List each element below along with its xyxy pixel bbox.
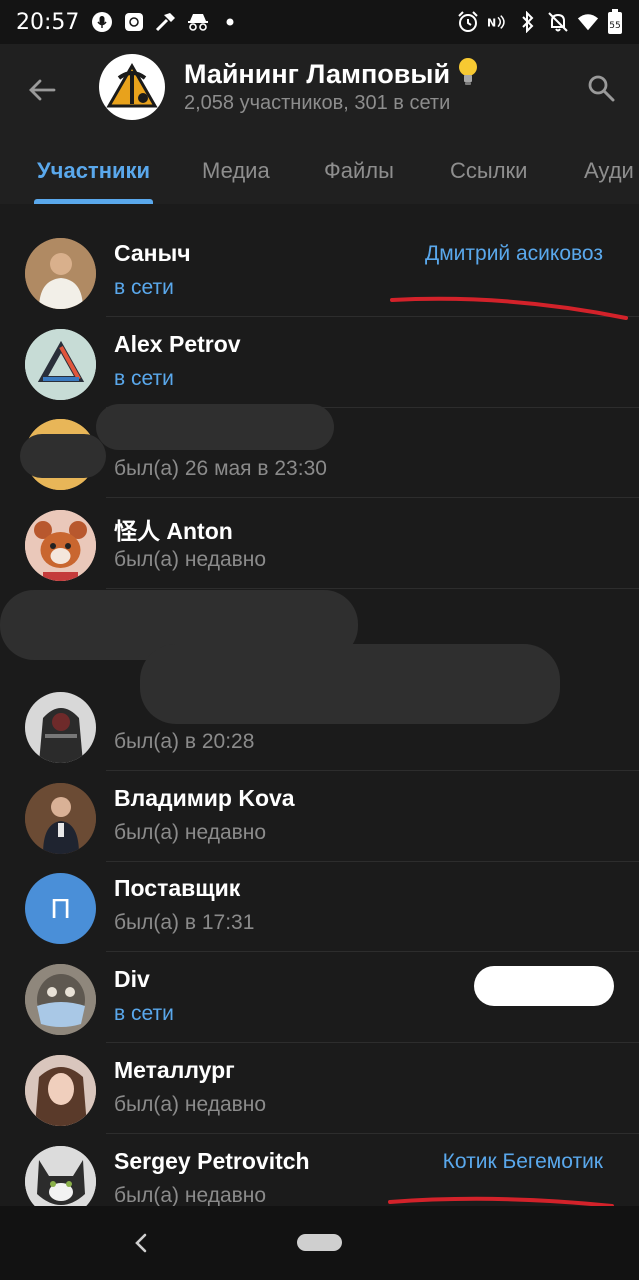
chat-title-text: Майнинг Ламповый (184, 59, 451, 89)
member-status: был(а) 26 мая в 23:30 (114, 457, 327, 480)
back-button[interactable] (22, 70, 62, 110)
member-name: Alex Petrov (114, 331, 241, 357)
avatar (25, 510, 96, 581)
tab-members[interactable]: Участники (37, 158, 150, 184)
status-right-icons: N 55 (457, 9, 623, 34)
status-left-icons (91, 11, 241, 33)
member-list[interactable]: Саныч в сети Дмитрий асиковоз Alex Petro… (0, 204, 639, 1206)
wifi-icon (577, 11, 599, 33)
member-status: был(а) недавно (114, 1184, 267, 1206)
status-time: 20:57 (16, 9, 80, 35)
member-status: был(а) недавно (114, 548, 267, 571)
member-row[interactable]: П Поставщик был(а) в 17:31 (0, 861, 639, 952)
hammer-icon (155, 11, 177, 33)
redaction-blob (20, 434, 106, 478)
member-row[interactable]: Металлург был(а) недавно (0, 1043, 639, 1134)
search-button[interactable] (581, 68, 621, 108)
tab-media[interactable]: Медиа (202, 158, 270, 184)
mute-icon (547, 11, 569, 33)
member-name: Div (114, 966, 150, 992)
avatar: П (25, 873, 96, 944)
search-icon (588, 75, 615, 102)
bluetooth-icon (517, 11, 539, 33)
nav-home-pill[interactable] (297, 1234, 342, 1251)
avatar (25, 1146, 96, 1206)
nfc-icon: N (487, 11, 509, 33)
avatar (25, 329, 96, 400)
member-status: был(а) в 17:31 (114, 911, 255, 934)
app-notification-icon (123, 11, 145, 33)
alarm-icon (457, 11, 479, 33)
member-status: в сети (114, 367, 174, 390)
tab-files[interactable]: Файлы (324, 158, 394, 184)
lightbulb-icon (456, 56, 480, 93)
battery-level: 55 (609, 21, 620, 31)
group-avatar[interactable] (99, 54, 165, 120)
member-status: в сети (114, 1002, 174, 1025)
member-role: Котик Бегемотик (442, 1150, 603, 1173)
nav-back-icon (135, 1233, 147, 1253)
mining-logo-icon (106, 62, 158, 108)
member-name: Поставщик (114, 875, 241, 901)
member-name: Sergey Petrovitch (114, 1148, 310, 1174)
member-name: Владимир Kova (114, 785, 295, 811)
svg-text:N: N (487, 17, 496, 30)
member-name: Саныч (114, 240, 191, 266)
nav-back-button[interactable] (128, 1228, 154, 1258)
member-status: в сети (114, 276, 174, 299)
redaction-blob (474, 966, 614, 1006)
row-divider (106, 588, 639, 589)
member-role: Дмитрий асиковоз (425, 242, 603, 265)
avatar (25, 964, 96, 1035)
member-status: был(а) в 20:28 (114, 730, 255, 753)
battery-icon: 55 (607, 9, 623, 34)
member-row[interactable]: 怪人 Anton был(а) недавно (0, 498, 639, 589)
system-nav-bar (0, 1206, 639, 1280)
member-status: был(а) недавно (114, 1093, 267, 1116)
avatar (25, 783, 96, 854)
chat-title: Майнинг Ламповый (184, 56, 480, 93)
member-name: Металлург (114, 1057, 235, 1083)
microphone-icon (91, 11, 113, 33)
member-status: был(а) недавно (114, 821, 267, 844)
red-underline-annotation (390, 296, 628, 320)
member-row[interactable]: Владимир Kova был(а) недавно (0, 771, 639, 862)
status-bar: 20:57 N 55 (0, 0, 639, 44)
avatar-letter: П (50, 892, 71, 924)
chat-subtitle: 2,058 участников, 301 в сети (184, 92, 451, 114)
arrow-left-icon (29, 79, 56, 101)
tab-bar: Участники Медиа Файлы Ссылки Ауди (0, 150, 639, 204)
screen: 20:57 N 55 Майнинг Ламповый 2,058 участн… (0, 0, 639, 1280)
avatar (25, 238, 96, 309)
dot-icon (219, 11, 241, 33)
tab-links[interactable]: Ссылки (450, 158, 527, 184)
avatar (25, 692, 96, 763)
redaction-blob (140, 644, 560, 724)
chat-header: Майнинг Ламповый 2,058 участников, 301 в… (0, 44, 639, 204)
tab-audio[interactable]: Ауди (584, 158, 634, 184)
redaction-blob (96, 404, 334, 450)
incognito-icon (187, 11, 209, 33)
member-name: 怪人 Anton (114, 518, 233, 544)
member-row[interactable]: Alex Petrov в сети (0, 317, 639, 408)
avatar (25, 1055, 96, 1126)
red-underline-annotation (388, 1196, 614, 1206)
